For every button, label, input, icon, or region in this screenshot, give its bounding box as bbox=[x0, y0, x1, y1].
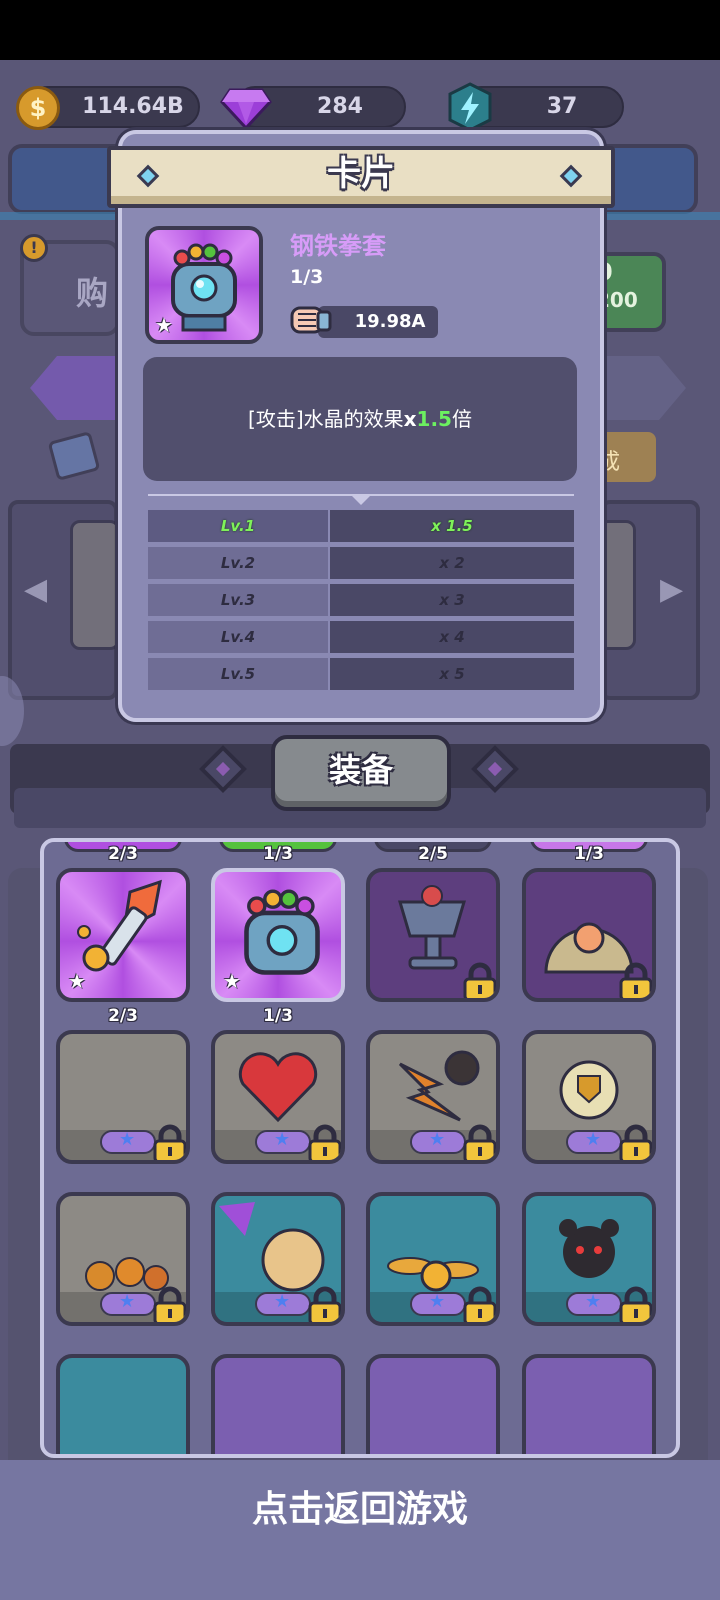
heart-icon bbox=[238, 1052, 318, 1123]
card-sword-coins[interactable]: ★ bbox=[56, 868, 190, 1002]
card-halo[interactable] bbox=[522, 1354, 656, 1454]
level-name: Lv.4 bbox=[220, 628, 256, 646]
card-count-label: 2/5 bbox=[418, 844, 448, 864]
star-wing-badge-icon bbox=[566, 1129, 622, 1154]
alert-icon: ! bbox=[20, 234, 48, 262]
level-name: Lv.5 bbox=[220, 665, 256, 683]
card-crystal-blade[interactable] bbox=[366, 1354, 500, 1454]
lock-icon bbox=[308, 1124, 341, 1160]
energy-value: 37 bbox=[546, 94, 578, 119]
gem-icon bbox=[220, 88, 272, 130]
coin-value: 114.64B bbox=[82, 94, 184, 119]
level-value: x 2 bbox=[439, 554, 465, 572]
lock-icon bbox=[153, 1124, 186, 1160]
level-value: x 4 bbox=[439, 628, 465, 646]
card-count-label: 2/3 bbox=[108, 1006, 138, 1026]
card-crystal-chalice[interactable] bbox=[366, 868, 500, 1002]
description-suffix: 倍 bbox=[451, 407, 472, 431]
star-wing-badge-icon bbox=[100, 1291, 156, 1316]
lock-icon bbox=[619, 962, 652, 998]
gem-value: 284 bbox=[317, 94, 363, 119]
lock-icon bbox=[463, 1286, 496, 1322]
card-dice[interactable] bbox=[56, 1354, 190, 1454]
card-burst[interactable] bbox=[522, 868, 656, 1002]
lock-icon bbox=[619, 1124, 652, 1160]
bg-left-card bbox=[70, 520, 120, 650]
star-wing-badge-icon bbox=[100, 1129, 156, 1154]
star-wing-badge-icon bbox=[410, 1129, 466, 1154]
level-row: Lv.1 x 1.5 bbox=[148, 510, 574, 542]
equip-button-label[interactable]: 装备 bbox=[271, 735, 451, 805]
bg-buy-label: 购 bbox=[76, 274, 109, 312]
lock-icon bbox=[463, 1124, 496, 1160]
left-arrow-icon[interactable]: ◀ bbox=[24, 572, 47, 607]
level-name: Lv.2 bbox=[220, 554, 256, 572]
card-count-label: 1/3 bbox=[263, 844, 293, 864]
face-icon bbox=[219, 1202, 325, 1292]
coin-icon: $ bbox=[16, 86, 60, 130]
card-thorn-heart[interactable] bbox=[211, 1030, 345, 1164]
card-count: 1/3 bbox=[290, 266, 324, 288]
card-count-label: 1/3 bbox=[263, 1006, 293, 1026]
level-value: x 5 bbox=[439, 665, 465, 683]
card-fire-face[interactable] bbox=[211, 1354, 345, 1454]
star-icon: ★ bbox=[68, 969, 86, 993]
card-count-label: 1/3 bbox=[574, 844, 604, 864]
card-lightning[interactable] bbox=[366, 1030, 500, 1164]
star-icon: ★ bbox=[223, 969, 241, 993]
star-wing-badge-icon bbox=[566, 1291, 622, 1316]
level-row: Lv.4 x 4 bbox=[148, 621, 574, 653]
modal-title: 卡片 bbox=[327, 154, 395, 194]
description-prefix: [攻击]水晶的效果 bbox=[248, 407, 404, 431]
card-gold-stacks[interactable] bbox=[366, 1192, 500, 1326]
gold-stack-icon bbox=[387, 1257, 479, 1292]
description-multiplier: 1.5 bbox=[416, 407, 452, 431]
level-row: Lv.3 x 3 bbox=[148, 584, 574, 616]
card-slash-face[interactable] bbox=[211, 1192, 345, 1326]
star-wing-badge-icon bbox=[410, 1291, 466, 1316]
star-wing-badge-icon bbox=[255, 1129, 311, 1154]
card-knight[interactable] bbox=[56, 1030, 190, 1164]
fist-icon bbox=[290, 306, 332, 334]
card-grid-panel: 2/3 1/3 2/5 1/3 ★ ★ 2/3 1/3 ★ ★ ★ ★ ★ ★ … bbox=[40, 838, 680, 1458]
shield-icon bbox=[559, 1060, 619, 1120]
coin-pile-icon bbox=[85, 1257, 169, 1291]
separator-pointer bbox=[352, 496, 370, 505]
level-value: x 1.5 bbox=[431, 517, 473, 535]
level-value: x 3 bbox=[439, 591, 465, 609]
power-value: 19.98A bbox=[354, 311, 426, 332]
status-bar-area bbox=[0, 0, 720, 60]
card-image: ★ bbox=[145, 226, 263, 344]
lock-icon bbox=[308, 1286, 341, 1322]
lock-icon bbox=[463, 962, 496, 998]
card-coin-pile[interactable] bbox=[56, 1192, 190, 1326]
level-row: Lv.2 x 2 bbox=[148, 547, 574, 579]
level-name: Lv.1 bbox=[220, 517, 256, 535]
card-count-label: 2/3 bbox=[108, 844, 138, 864]
lock-icon bbox=[153, 1286, 186, 1322]
lightning-badge-icon bbox=[448, 82, 492, 132]
star-icon: ★ bbox=[155, 313, 173, 337]
return-to-game-label[interactable]: 点击返回游戏 bbox=[0, 1460, 720, 1560]
level-row: Lv.5 x 5 bbox=[148, 658, 574, 690]
card-shadow-bear[interactable] bbox=[522, 1192, 656, 1326]
level-name: Lv.3 bbox=[220, 591, 256, 609]
lock-icon bbox=[619, 1286, 652, 1322]
star-wing-badge-icon bbox=[255, 1291, 311, 1316]
right-arrow-icon[interactable]: ▶ bbox=[660, 572, 683, 607]
lightning-icon bbox=[398, 1050, 480, 1122]
bear-icon bbox=[559, 1219, 619, 1278]
card-description: [攻击]水晶的效果x1.5倍 bbox=[143, 357, 577, 481]
description-x: x bbox=[403, 407, 417, 431]
card-name: 钢铁拳套 bbox=[290, 232, 386, 260]
card-steel-gauntlet[interactable]: ★ bbox=[211, 868, 345, 1002]
card-shield[interactable] bbox=[522, 1030, 656, 1164]
